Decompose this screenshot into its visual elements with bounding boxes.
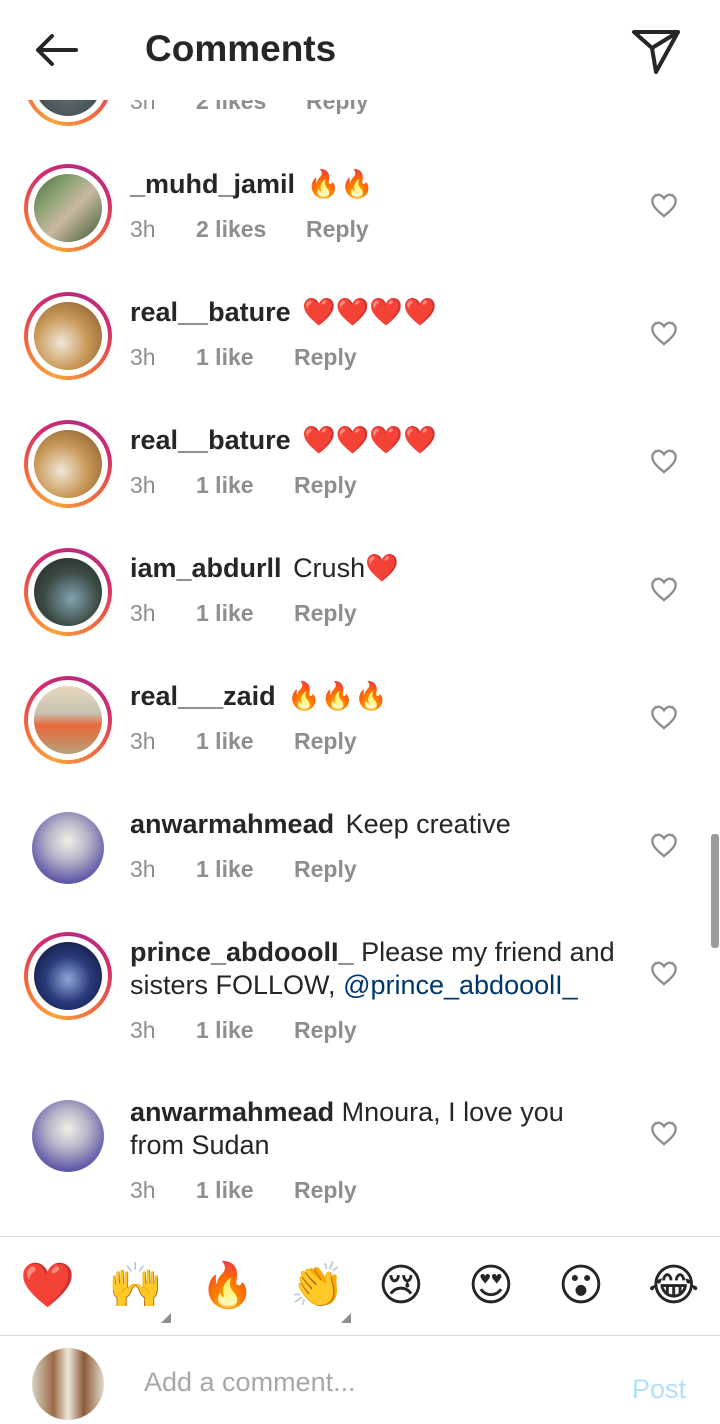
emoji-fire[interactable]: 🔥 <box>200 1261 255 1311</box>
comment-row: real___zaid 🔥🔥🔥 3h 1 like Reply <box>0 676 720 786</box>
comment-row: iam_abdurll Crush❤️ 3h 1 like Reply <box>0 548 720 658</box>
emoji-surprised[interactable]: 😮 <box>558 1261 604 1311</box>
likes-count[interactable]: 2 likes <box>196 216 266 243</box>
top-bar: Comments <box>0 0 720 100</box>
avatar[interactable] <box>24 548 112 636</box>
comment-text: real___zaid 🔥🔥🔥 <box>130 680 620 713</box>
arrow-left-icon[interactable] <box>28 28 84 76</box>
likes-count[interactable]: 1 like <box>196 728 254 755</box>
emoji-raising-hands[interactable]: 🙌 <box>108 1261 163 1311</box>
likes-count[interactable]: 1 like <box>196 1177 254 1204</box>
like-heart-icon[interactable] <box>650 704 678 730</box>
like-heart-icon[interactable] <box>650 448 678 474</box>
emoji-crying[interactable]: 😢 <box>378 1261 424 1311</box>
avatar[interactable] <box>24 676 112 764</box>
reply-button[interactable]: Reply <box>294 600 357 627</box>
comment-username[interactable]: real__bature <box>130 297 291 327</box>
avatar[interactable] <box>24 164 112 252</box>
comment-username[interactable]: _muhd_jamil <box>130 169 295 199</box>
emoji-heart[interactable]: ❤️ <box>20 1261 75 1311</box>
emoji-clapping[interactable]: 👏 <box>290 1261 345 1311</box>
avatar[interactable] <box>32 1100 104 1172</box>
reply-button[interactable]: Reply <box>306 216 369 243</box>
comment-composer: Post <box>0 1336 720 1424</box>
comment-input[interactable] <box>144 1362 584 1402</box>
scrollbar[interactable] <box>711 834 719 948</box>
comment-text: iam_abdurll Crush❤️ <box>130 552 620 585</box>
reply-button[interactable]: Reply <box>294 856 357 883</box>
comment-username[interactable]: anwarmahmead <box>130 1097 334 1127</box>
comment-text: anwarmahmead Keep creative <box>130 808 620 841</box>
like-heart-icon[interactable] <box>650 832 678 858</box>
comment-time: 3h <box>130 1017 156 1043</box>
avatar[interactable] <box>24 420 112 508</box>
comment-row: _muhd_jamil 🔥🔥 3h 2 likes Reply <box>0 164 720 274</box>
likes-count[interactable]: 1 like <box>196 472 254 499</box>
reply-button[interactable]: Reply <box>294 472 357 499</box>
comment-time: 3h <box>130 856 156 882</box>
likes-count[interactable]: 1 like <box>196 856 254 883</box>
likes-count[interactable]: 1 like <box>196 600 254 627</box>
reply-button[interactable]: Reply <box>294 728 357 755</box>
page-title: Comments <box>145 28 337 69</box>
paper-plane-icon[interactable] <box>628 26 684 76</box>
comment-username[interactable]: real__bature <box>130 425 291 455</box>
mention-link[interactable]: @prince_abdooolI_ <box>343 970 578 1000</box>
comment-username[interactable]: prince_abdooolI_ <box>130 937 354 967</box>
comment-body: ❤️❤️❤️❤️ <box>302 425 437 455</box>
post-button[interactable]: Post <box>632 1374 686 1405</box>
comment-username[interactable]: iam_abdurll <box>130 553 282 583</box>
skin-tone-indicator <box>161 1313 171 1323</box>
comment-row: anwarmahmead Mnoura, I love you from Sud… <box>0 1092 720 1222</box>
avatar[interactable] <box>24 932 112 1020</box>
comment-time: 3h <box>130 728 156 754</box>
comment-row: anwarmahmead Keep creative 3h 1 like Rep… <box>0 804 720 914</box>
reply-button[interactable]: Reply <box>294 344 357 371</box>
comment-time: 3h <box>130 472 156 498</box>
emoji-heart-eyes[interactable]: 😍 <box>468 1261 514 1311</box>
like-heart-icon[interactable] <box>650 1120 678 1146</box>
likes-count[interactable]: 1 like <box>196 344 254 371</box>
like-heart-icon[interactable] <box>650 320 678 346</box>
emoji-quick-bar: ❤️ 🙌 🔥 👏 😢 😍 😮 😂 <box>0 1236 720 1336</box>
comment-body: Keep creative <box>345 809 511 839</box>
reply-button[interactable]: Reply <box>294 1017 357 1044</box>
avatar[interactable] <box>32 1348 104 1420</box>
like-heart-icon[interactable] <box>650 960 678 986</box>
comment-body: Crush❤️ <box>293 553 399 583</box>
comment-text: real__bature ❤️❤️❤️❤️ <box>130 296 620 329</box>
comment-time: 3h <box>130 216 156 242</box>
comment-row: prince_abdooolI_ Please my friend and si… <box>0 932 720 1072</box>
comment-body: ❤️❤️❤️❤️ <box>302 297 437 327</box>
comment-username[interactable]: anwarmahmead <box>130 809 334 839</box>
likes-count[interactable]: 1 like <box>196 1017 254 1044</box>
comment-username[interactable]: real___zaid <box>130 681 276 711</box>
skin-tone-indicator <box>341 1313 351 1323</box>
comment-row: real__bature ❤️❤️❤️❤️ 3h 1 like Reply <box>0 420 720 530</box>
emoji-laughing[interactable]: 😂 <box>648 1261 699 1311</box>
comments-list: 3h 2 likes Reply _muhd_jamil 🔥🔥 3h 2 lik… <box>0 0 720 1236</box>
comment-text: prince_abdooolI_ Please my friend and si… <box>130 936 620 1002</box>
reply-button[interactable]: Reply <box>294 1177 357 1204</box>
comment-row: real__bature ❤️❤️❤️❤️ 3h 1 like Reply <box>0 292 720 402</box>
comment-time: 3h <box>130 600 156 626</box>
avatar[interactable] <box>32 812 104 884</box>
like-heart-icon[interactable] <box>650 576 678 602</box>
avatar[interactable] <box>24 292 112 380</box>
comment-text: anwarmahmead Mnoura, I love you from Sud… <box>130 1096 620 1162</box>
comment-text: real__bature ❤️❤️❤️❤️ <box>130 424 620 457</box>
comment-body: 🔥🔥 <box>306 169 374 199</box>
like-heart-icon[interactable] <box>650 192 678 218</box>
comment-time: 3h <box>130 1177 156 1203</box>
comment-body: 🔥🔥🔥 <box>287 681 388 711</box>
comment-time: 3h <box>130 344 156 370</box>
comment-text: _muhd_jamil 🔥🔥 <box>130 168 620 201</box>
